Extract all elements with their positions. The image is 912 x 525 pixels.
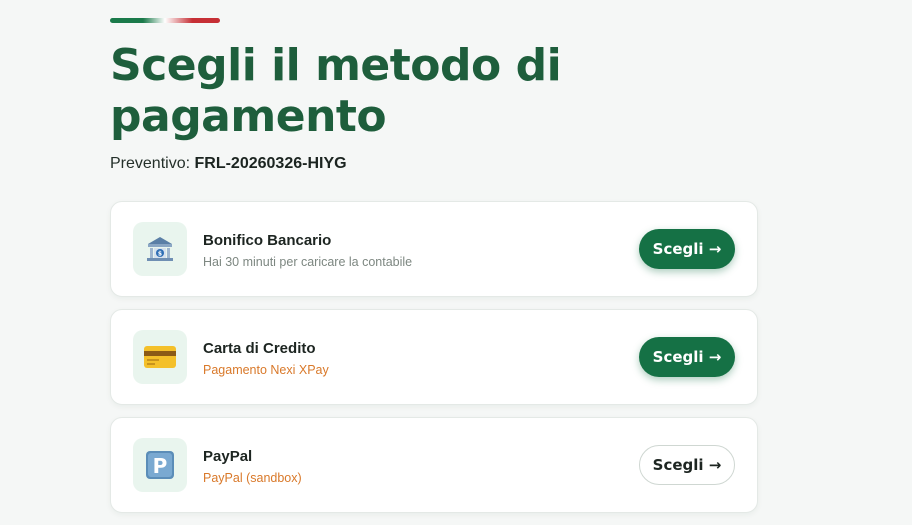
quote-code: FRL-20260326-HIYG	[194, 155, 347, 172]
credit-card-icon	[133, 330, 187, 384]
choose-credit-card-button[interactable]: Scegli →	[639, 337, 735, 377]
payment-method-card-credit-card: Carta di Credito Pagamento Nexi XPay Sce…	[110, 309, 758, 405]
page-title: Scegli il metodo di pagamento	[110, 40, 562, 142]
quote-reference: Preventivo: FRL-20260326-HIYG	[110, 155, 347, 173]
svg-text:$: $	[158, 251, 162, 258]
bank-icon: $	[133, 222, 187, 276]
choose-paypal-button[interactable]: Scegli →	[639, 445, 735, 485]
method-name: Carta di Credito	[203, 340, 316, 357]
method-name: PayPal	[203, 448, 253, 465]
payment-method-card-bank-transfer: $ Bonifico Bancario Hai 30 minuti per ca…	[110, 201, 758, 297]
payment-method-list: $ Bonifico Bancario Hai 30 minuti per ca…	[110, 201, 758, 525]
italian-flag-accent-bar	[110, 18, 220, 23]
choose-bank-transfer-button[interactable]: Scegli →	[639, 229, 735, 269]
svg-text:P: P	[153, 454, 168, 478]
paypal-p-icon: P	[133, 438, 187, 492]
method-description: PayPal (sandbox)	[203, 471, 302, 485]
method-name: Bonifico Bancario	[203, 232, 332, 249]
quote-label: Preventivo:	[110, 155, 191, 172]
method-description: Hai 30 minuti per caricare la contabile	[203, 255, 413, 269]
payment-method-card-paypal: P PayPal PayPal (sandbox) Scegli →	[110, 417, 758, 513]
method-description: Pagamento Nexi XPay	[203, 363, 329, 377]
